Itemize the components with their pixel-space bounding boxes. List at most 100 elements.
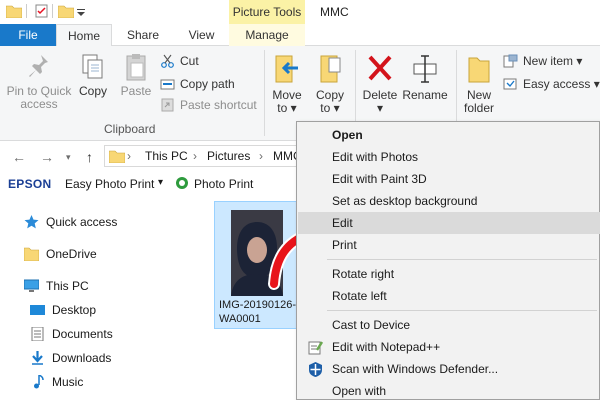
clipboard-group-label: Clipboard <box>104 122 156 136</box>
menu-item-edit-with-paint-3d[interactable]: Edit with Paint 3D <box>298 168 600 190</box>
paste-shortcut-label: Paste shortcut <box>180 98 257 112</box>
nav-quick-access[interactable]: Quick access <box>24 211 117 233</box>
copy-to-label-line2: to <box>320 101 331 115</box>
rename-button[interactable]: Rename <box>402 52 448 102</box>
nav-label: Music <box>52 375 84 389</box>
download-arrow-icon <box>32 351 43 365</box>
easy-photo-print-dropdown-icon[interactable]: ▾ <box>158 177 163 188</box>
paste-button[interactable]: Paste <box>118 52 154 98</box>
customize-quick-access-icon[interactable] <box>76 4 86 18</box>
menu-item-cast-to-device[interactable]: Cast to Device <box>298 314 600 336</box>
separator <box>52 4 53 18</box>
copy-label: Copy <box>78 84 107 98</box>
nav-onedrive[interactable]: OneDrive <box>24 243 97 265</box>
nav-music[interactable]: Music <box>30 371 83 393</box>
cut-button[interactable]: Cut <box>160 52 199 70</box>
breadcrumb-separator: › <box>127 149 131 163</box>
tab-manage[interactable]: Manage <box>229 24 305 46</box>
copy-to-button[interactable]: Copy to ▾ <box>310 52 350 115</box>
new-folder-icon[interactable] <box>58 4 74 18</box>
cut-label: Cut <box>180 54 199 68</box>
documents-icon <box>31 327 44 341</box>
nav-label: Documents <box>52 327 113 341</box>
nav-label: Quick access <box>46 215 118 229</box>
move-to-label-line2: to <box>277 101 288 115</box>
notepad-plus-plus-icon <box>308 341 323 355</box>
new-item-dropdown-icon: ▾ <box>576 54 583 68</box>
back-arrow-icon[interactable]: ← <box>12 149 26 165</box>
window-title: MMC <box>320 5 349 19</box>
copy-path-label: Copy path <box>180 77 235 91</box>
menu-item-open-with[interactable]: Open with <box>298 380 600 400</box>
delete-button[interactable]: Delete ▾ <box>358 52 402 115</box>
new-folder-label-line2: folder <box>463 101 495 115</box>
rename-icon <box>413 55 437 83</box>
photo-print-button[interactable]: Photo Print <box>194 177 253 191</box>
breadcrumb-this-pc[interactable]: This PC <box>145 149 188 163</box>
nav-label: Downloads <box>52 351 112 365</box>
nav-downloads[interactable]: Downloads <box>30 347 111 369</box>
computer-icon <box>24 279 39 292</box>
folder-icon <box>24 247 39 261</box>
breadcrumb-separator: › <box>193 149 197 163</box>
folder-icon <box>109 150 125 163</box>
windows-defender-shield-icon <box>309 362 322 377</box>
move-to-button[interactable]: Move to ▾ <box>268 52 306 115</box>
nav-documents[interactable]: Documents <box>30 323 113 345</box>
delete-dropdown-icon: ▾ <box>376 101 384 115</box>
epson-logo: EPSON <box>8 177 52 191</box>
nav-desktop[interactable]: Desktop <box>30 299 96 321</box>
copy-button[interactable]: Copy <box>76 52 110 98</box>
menu-item-edit[interactable]: Edit <box>298 212 600 234</box>
nav-label: Desktop <box>52 303 97 317</box>
forward-arrow-icon[interactable]: → <box>40 149 54 165</box>
title-bar: Picture Tools MMC <box>0 0 600 24</box>
copy-path-button[interactable]: Copy path <box>160 75 235 93</box>
new-item-button[interactable]: New item ▾ <box>503 52 582 70</box>
scissors-icon <box>161 54 174 68</box>
paste-shortcut-button[interactable]: Paste shortcut <box>160 96 257 114</box>
menu-item-edit-with-notepad[interactable]: Edit with Notepad++ <box>298 336 600 358</box>
photo-print-icon <box>176 177 188 189</box>
menu-item-open[interactable]: Open <box>298 124 600 146</box>
nav-this-pc[interactable]: This PC <box>24 275 89 297</box>
file-name: IMG-20190126-WA0001 <box>219 299 297 325</box>
tab-view[interactable]: View <box>174 24 229 46</box>
menu-separator <box>327 310 597 311</box>
easy-photo-print-button[interactable]: Easy Photo Print <box>65 177 154 191</box>
folder-icon[interactable] <box>6 4 22 18</box>
breadcrumb-pictures[interactable]: Pictures <box>207 149 250 163</box>
new-item-label: New item <box>523 54 574 68</box>
pin-icon <box>29 55 48 77</box>
paste-icon <box>126 54 146 81</box>
menu-item-rotate-left[interactable]: Rotate left <box>298 285 600 307</box>
easy-access-label: Easy access <box>523 77 591 91</box>
menu-item-edit-with-photos[interactable]: Edit with Photos <box>298 146 600 168</box>
easy-access-button[interactable]: Easy access ▾ <box>503 75 600 93</box>
new-folder-button[interactable]: New folder <box>458 52 500 115</box>
menu-item-label: Scan with Windows Defender... <box>332 362 499 376</box>
menu-item-print[interactable]: Print <box>298 234 600 256</box>
up-arrow-icon[interactable]: ↑ <box>86 149 93 165</box>
move-to-icon <box>275 55 298 83</box>
group-separator <box>264 50 265 136</box>
easy-access-icon <box>503 78 517 90</box>
copy-to-dropdown-icon: ▾ <box>333 101 340 115</box>
delete-label: Delete <box>362 88 398 102</box>
recent-locations-icon[interactable]: ▾ <box>66 152 71 163</box>
menu-item-set-as-desktop-background[interactable]: Set as desktop background <box>298 190 600 212</box>
copy-icon <box>82 54 103 79</box>
tab-home[interactable]: Home <box>56 24 112 47</box>
tab-file[interactable]: File <box>0 24 56 46</box>
pin-to-quick-access-button[interactable]: Pin to Quick access <box>4 52 74 111</box>
music-note-icon <box>34 375 44 389</box>
tab-share[interactable]: Share <box>112 24 174 46</box>
menu-item-scan-with-windows-defender[interactable]: Scan with Windows Defender... <box>298 358 600 380</box>
paste-label: Paste <box>120 84 152 98</box>
nav-label: This PC <box>46 279 89 293</box>
properties-icon[interactable] <box>34 4 50 18</box>
move-to-dropdown-icon: ▾ <box>290 101 297 115</box>
menu-item-rotate-right[interactable]: Rotate right <box>298 263 600 285</box>
separator <box>26 4 27 18</box>
nav-label: OneDrive <box>46 247 97 261</box>
